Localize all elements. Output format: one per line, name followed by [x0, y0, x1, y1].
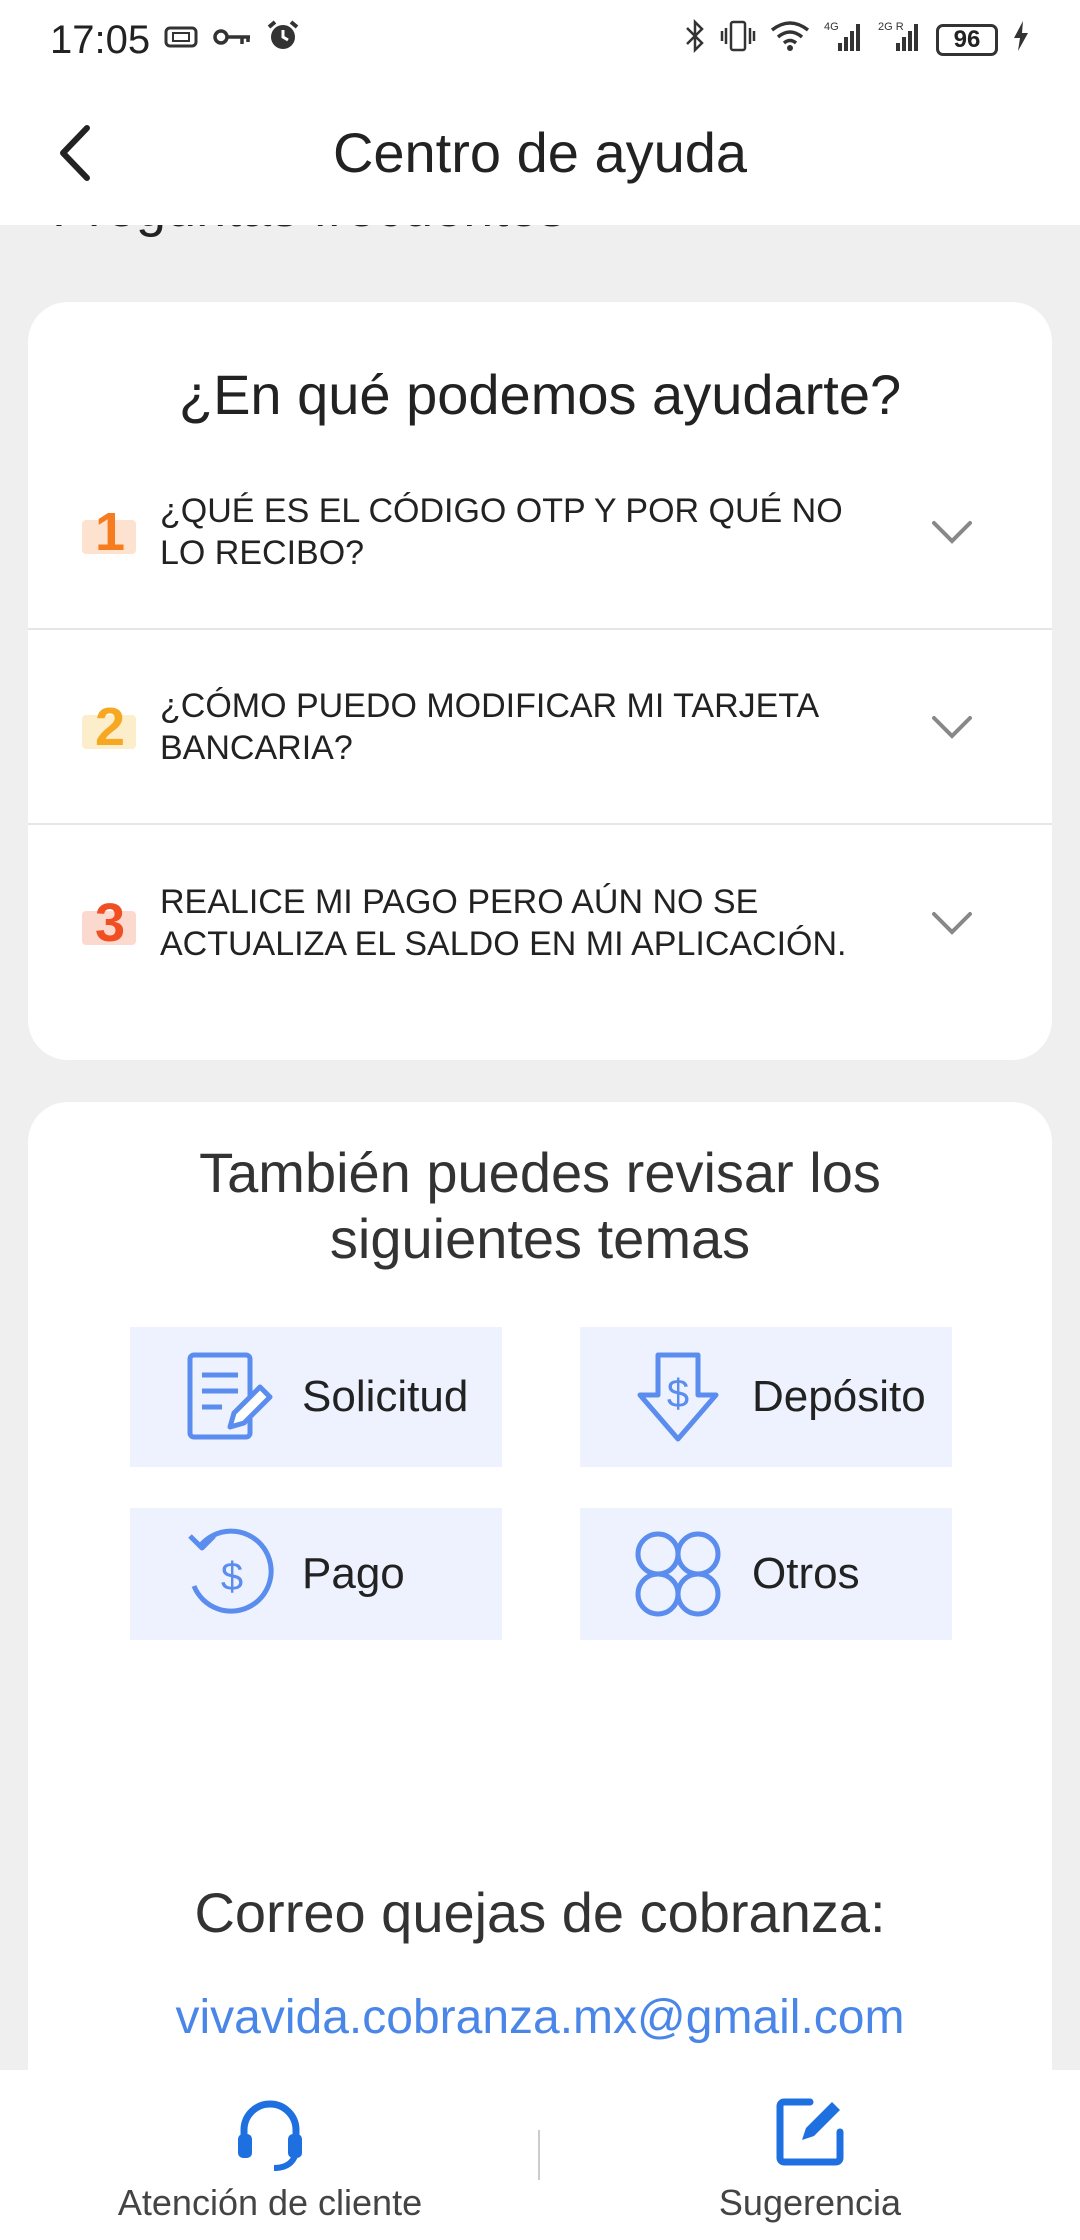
- chevron-down-icon[interactable]: [922, 697, 982, 757]
- divider: [538, 2130, 540, 2180]
- faq-item-1[interactable]: 1 ¿QUÉ ES EL CÓDIGO OTP Y POR QUÉ NO LO …: [28, 435, 1052, 630]
- svg-text:2G R: 2G R: [878, 21, 904, 33]
- bottom-action-bar: Atención de cliente Sugerencia: [0, 2070, 1080, 2240]
- battery-indicator: 96: [936, 24, 998, 56]
- number-badge-icon: 2: [80, 697, 140, 757]
- topic-label: Otros: [752, 1549, 860, 1598]
- faq-question: REALICE MI PAGO PERO AÚN NO SE ACTUALIZA…: [160, 882, 847, 963]
- faq-item-2[interactable]: 2 ¿CÓMO PUEDO MODIFICAR MI TARJETA BANCA…: [28, 630, 1052, 825]
- bluetooth-icon: [684, 18, 706, 61]
- bottom-label: Sugerencia: [718, 2182, 902, 2223]
- chevron-down-icon[interactable]: [922, 893, 982, 953]
- chevron-left-icon: [60, 125, 90, 181]
- key-icon: [212, 23, 252, 57]
- app-header: Centro de ayuda: [0, 80, 1080, 225]
- topics-title: También puedes revisar los siguientes te…: [199, 1141, 881, 1270]
- page-title: Centro de ayuda: [332, 121, 748, 184]
- complaints-mail-card: Correo quejas de cobranza: vivavida.cobr…: [28, 1840, 1052, 2070]
- faq-card: ¿En qué podemos ayudarte? 1 ¿QUÉ ES EL C…: [28, 302, 1052, 1060]
- signal-4g-icon: 4G: [824, 19, 864, 61]
- signal-2g-icon: 2G R: [878, 19, 922, 61]
- scroll-content[interactable]: Preguntas frecuentes ¿En qué podemos ayu…: [0, 225, 1080, 2070]
- alarm-icon: [266, 19, 300, 61]
- bottom-label: Atención de cliente: [117, 2182, 423, 2223]
- sim-card-icon: [164, 23, 198, 57]
- four-circles-icon: [628, 1524, 728, 1624]
- status-bar: 17:05 4G 2G R 96: [0, 0, 1080, 80]
- suggestion-button[interactable]: Sugerencia: [540, 2070, 1080, 2240]
- dollar-down-arrow-icon: $: [628, 1347, 728, 1447]
- faq-item-3[interactable]: 3 REALICE MI PAGO PERO AÚN NO SE ACTUALI…: [28, 825, 1052, 1020]
- document-edit-icon: [178, 1347, 278, 1447]
- dollar-refresh-icon: $: [178, 1524, 278, 1624]
- faq-title: ¿En qué podemos ayudarte?: [178, 363, 902, 426]
- svg-text:4G: 4G: [824, 21, 839, 33]
- chevron-down-icon[interactable]: [922, 502, 982, 562]
- mail-title: Correo quejas de cobranza:: [194, 1881, 886, 1944]
- wifi-icon: [770, 20, 810, 60]
- status-left: 17:05: [50, 18, 300, 63]
- topic-solicitud[interactable]: Solicitud: [130, 1327, 502, 1467]
- back-button[interactable]: [40, 118, 110, 188]
- topic-pago[interactable]: $ Pago: [130, 1508, 502, 1640]
- topic-label: Pago: [302, 1549, 405, 1598]
- status-right: 4G 2G R 96: [684, 18, 1030, 61]
- topic-deposito[interactable]: $ Depósito: [580, 1327, 952, 1467]
- status-time: 17:05: [50, 17, 151, 62]
- svg-text:$: $: [221, 1555, 243, 1599]
- topic-otros[interactable]: Otros: [580, 1508, 952, 1640]
- faq-question: ¿QUÉ ES EL CÓDIGO OTP Y POR QUÉ NO LO RE…: [160, 491, 843, 572]
- number-badge-icon: 3: [80, 893, 140, 953]
- customer-service-button[interactable]: Atención de cliente: [0, 2070, 540, 2240]
- section-heading-faq: Preguntas frecuentes: [52, 225, 565, 239]
- topic-label: Solicitud: [302, 1372, 469, 1421]
- topic-label: Depósito: [752, 1372, 926, 1421]
- headset-icon: [238, 2100, 302, 2171]
- faq-question: ¿CÓMO PUEDO MODIFICAR MI TARJETA BANCARI…: [160, 686, 818, 767]
- number-badge-icon: 1: [80, 502, 140, 562]
- vibrate-icon: [720, 19, 756, 61]
- charging-icon: [1012, 20, 1030, 60]
- svg-text:$: $: [667, 1372, 689, 1416]
- edit-square-icon: [776, 2098, 844, 2166]
- topics-card: También puedes revisar los siguientes te…: [28, 1102, 1052, 1934]
- email-link[interactable]: vivavida.cobranza.mx@gmail.com: [28, 1990, 1052, 2045]
